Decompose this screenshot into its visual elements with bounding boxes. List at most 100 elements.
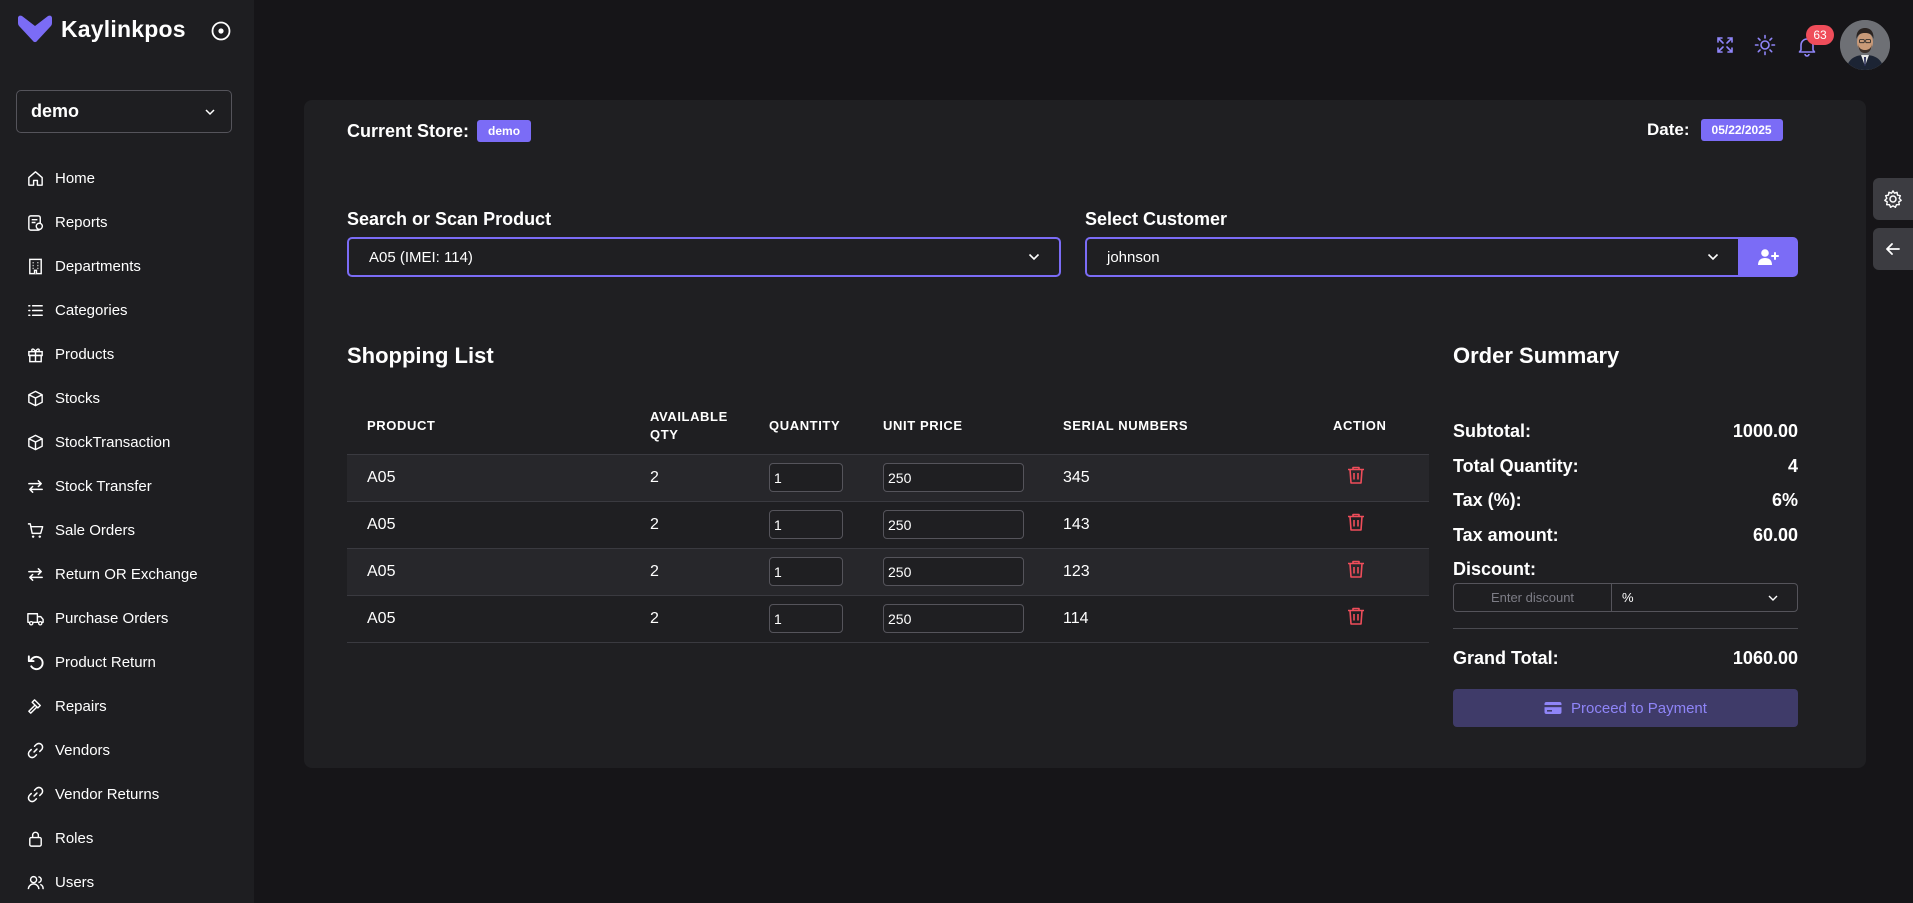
back-tab[interactable]	[1873, 228, 1913, 270]
store-selector[interactable]: demo	[16, 90, 232, 133]
trash-icon[interactable]	[1345, 511, 1367, 533]
unit-price-cell	[883, 453, 1063, 501]
arrow-left-icon	[1886, 243, 1900, 255]
trash-icon[interactable]	[1345, 605, 1367, 627]
sidebar-item-label: Product Return	[55, 653, 156, 671]
column-header: QUANTITY	[769, 418, 841, 434]
sidebar-item-label: Products	[55, 345, 115, 363]
current-store-badge: demo	[477, 120, 532, 142]
avatar[interactable]	[1840, 20, 1890, 70]
sidebar-item-label: Home	[55, 169, 96, 187]
sidebar-item-label: Vendors	[55, 741, 111, 759]
column-header: ACTION	[1333, 418, 1387, 434]
quantity-cell	[769, 594, 883, 643]
trash-icon[interactable]	[1345, 464, 1367, 486]
unit-price-input[interactable]	[883, 510, 1024, 539]
quantity-input[interactable]	[769, 463, 843, 492]
unit-price-input[interactable]	[883, 604, 1024, 633]
truck-icon	[27, 612, 44, 626]
chevron-down-icon	[1028, 253, 1040, 261]
product-cell: A05	[347, 594, 650, 643]
quantity-input[interactable]	[769, 604, 843, 633]
tax-amount-row: Tax amount: 60.00	[1453, 525, 1798, 546]
proceed-to-payment-button[interactable]: Proceed to Payment	[1453, 689, 1798, 727]
sidebar-item-vendor-returns[interactable]: Vendor Returns	[0, 772, 254, 816]
sidebar-item-purchase-orders[interactable]: Purchase Orders	[0, 596, 254, 640]
discount-input[interactable]	[1454, 584, 1612, 611]
sidebar-item-reports[interactable]: Reports	[0, 200, 254, 244]
tax-rate-label: Tax (%):	[1453, 490, 1522, 510]
column-header: AVAILABLE QTY	[650, 398, 769, 454]
chevron-down-icon	[205, 108, 215, 115]
list-icon	[28, 304, 43, 316]
product-cell: A05	[347, 547, 650, 595]
sidebar-toggle-icon[interactable]	[210, 20, 232, 42]
gear-icon	[1884, 190, 1902, 208]
sidebar-item-home[interactable]: Home	[0, 156, 254, 200]
column-header: UNIT PRICE	[883, 418, 963, 434]
available-qty-cell: 2	[650, 453, 769, 501]
user-plus-icon	[1758, 249, 1779, 265]
product-cell: A05	[347, 500, 650, 548]
sidebar-item-return-or-exchange[interactable]: Return OR Exchange	[0, 552, 254, 596]
sidebar-item-label: Roles	[55, 829, 94, 847]
sidebar-item-label: Sale Orders	[55, 521, 136, 539]
sidebar-item-stock-transfer[interactable]: Stock Transfer	[0, 464, 254, 508]
tax-amount-label: Tax amount:	[1453, 525, 1559, 545]
building-icon	[29, 258, 42, 274]
tax-amount-value: 60.00	[1752, 525, 1798, 545]
action-cell	[1333, 594, 1429, 643]
sidebar-item-product-return[interactable]: Product Return	[0, 640, 254, 684]
serial-number-cell: 123	[1063, 547, 1333, 595]
sidebar-item-users[interactable]: Users	[0, 860, 254, 903]
product-search-select[interactable]: A05 (IMEI: 114)	[347, 237, 1061, 277]
action-cell	[1333, 453, 1429, 501]
lock-icon	[29, 831, 42, 847]
sidebar-item-departments[interactable]: Departments	[0, 244, 254, 288]
transfer-icon	[28, 479, 43, 493]
add-customer-button[interactable]	[1738, 237, 1798, 277]
notification-badge: 63	[1806, 25, 1834, 45]
unit-price-input[interactable]	[883, 557, 1024, 586]
hammer-icon	[28, 698, 41, 714]
column-header-label: AVAILABLE QTY	[650, 408, 728, 442]
chevron-down-icon	[1768, 595, 1778, 601]
quantity-input[interactable]	[769, 557, 843, 586]
table-header-row: PRODUCT AVAILABLE QTY QUANTITY UNIT PRIC…	[347, 398, 1429, 454]
users-icon	[27, 875, 44, 889]
sun-icon[interactable]	[1754, 34, 1776, 56]
sidebar-item-stocks[interactable]: Stocks	[0, 376, 254, 420]
sidebar-item-label: Stock Transfer	[55, 477, 152, 495]
sidebar-item-sale-orders[interactable]: Sale Orders	[0, 508, 254, 552]
sidebar-item-stocktransaction[interactable]: StockTransaction	[0, 420, 254, 464]
grand-total-row: Grand Total: 1060.00	[1453, 648, 1798, 669]
sidebar-item-categories[interactable]: Categories	[0, 288, 254, 332]
sidebar-item-label: Vendor Returns	[55, 785, 160, 803]
current-store: Current Store: demo	[347, 120, 532, 142]
sidebar-item-roles[interactable]: Roles	[0, 816, 254, 860]
brand[interactable]: Kaylinkpos	[16, 14, 186, 44]
customer-select[interactable]: johnson	[1085, 237, 1740, 277]
trash-icon[interactable]	[1345, 558, 1367, 580]
pos-card: Current Store: demo Date: 05/22/2025 Sea…	[304, 100, 1866, 768]
unit-price-cell	[883, 594, 1063, 643]
column-header: SERIAL NUMBERS	[1063, 418, 1189, 434]
sidebar-item-vendors[interactable]: Vendors	[0, 728, 254, 772]
discount-type-select[interactable]: %	[1612, 584, 1797, 611]
unit-price-input[interactable]	[883, 463, 1024, 492]
quantity-input[interactable]	[769, 510, 843, 539]
discount-row: Discount:	[1453, 559, 1798, 580]
column-header: PRODUCT	[367, 418, 436, 434]
serial-number-cell: 345	[1063, 453, 1333, 501]
quantity-cell	[769, 453, 883, 501]
total-quantity-value: 4	[1787, 456, 1798, 476]
sidebar-item-products[interactable]: Products	[0, 332, 254, 376]
grand-total-label: Grand Total:	[1453, 648, 1559, 668]
available-qty-cell: 2	[650, 594, 769, 643]
sidebar-item-label: Categories	[55, 301, 128, 319]
fullscreen-icon[interactable]	[1715, 35, 1735, 55]
settings-tab[interactable]	[1873, 178, 1913, 220]
total-quantity-row: Total Quantity: 4	[1453, 456, 1798, 477]
sidebar-item-repairs[interactable]: Repairs	[0, 684, 254, 728]
sidebar: Kaylinkpos demo Home Reports Departments…	[0, 0, 254, 903]
